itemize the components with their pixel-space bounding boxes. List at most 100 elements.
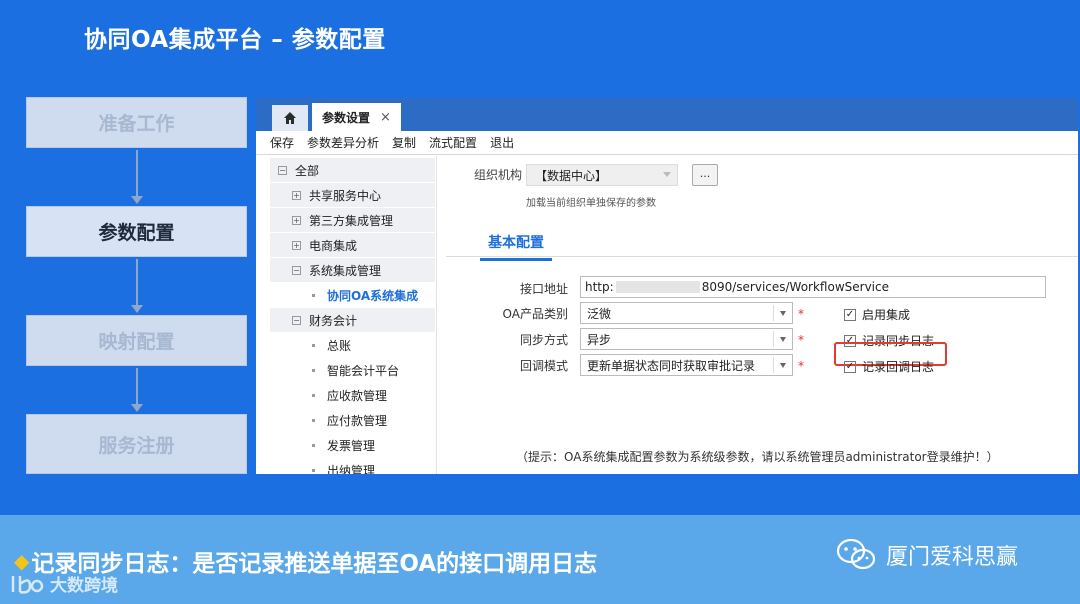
divider xyxy=(773,305,774,321)
tree-node-oa-integration[interactable]: 协同OA系统集成 xyxy=(270,283,435,308)
tree-node-label: 系统集成管理 xyxy=(309,263,382,278)
bullet-icon xyxy=(312,468,315,472)
url-input[interactable]: http: 8090/services/WorkflowService xyxy=(580,276,1046,298)
bullet-icon xyxy=(312,418,315,422)
divider xyxy=(773,331,774,347)
step-param-config: 参数配置 xyxy=(26,206,247,257)
panel-divider xyxy=(436,156,437,474)
tree-node-label: 发票管理 xyxy=(327,438,376,453)
toolbar-copy[interactable]: 复制 xyxy=(392,134,416,151)
callback-mode-select[interactable]: 更新单据状态同时获取审批记录 xyxy=(580,354,793,376)
step-service-register: 服务注册 xyxy=(26,414,247,474)
url-suffix: 8090/services/WorkflowService xyxy=(701,280,889,294)
tree-node-label: 应收款管理 xyxy=(327,388,388,403)
admin-tip: （提示：OA系统集成配置参数为系统级参数，请以系统管理员administrato… xyxy=(516,450,999,464)
required-mark: * xyxy=(798,359,804,373)
toolbar-diff-analysis[interactable]: 参数差异分析 xyxy=(307,134,379,151)
toolbar-exit[interactable]: 退出 xyxy=(490,134,514,151)
callback-mode-value: 更新单据状态同时获取审批记录 xyxy=(587,358,756,373)
callback-mode-label: 回调模式 xyxy=(519,359,568,373)
enable-integration-checkbox[interactable]: ✓ 启用集成 xyxy=(844,306,910,323)
tree-node-cashier[interactable]: 出纳管理 xyxy=(270,458,435,474)
oa-type-value: 泛微 xyxy=(587,306,612,321)
tree-node-label: 第三方集成管理 xyxy=(309,213,394,228)
step-mapping: 映射配置 xyxy=(26,315,247,366)
watermark-text: 大数跨境 xyxy=(50,576,118,596)
tree-node-system-integration[interactable]: − 系统集成管理 xyxy=(270,258,435,283)
sync-mode-value: 异步 xyxy=(587,332,612,347)
tree-node-label: 应付款管理 xyxy=(327,413,388,428)
tab-param-settings[interactable]: 参数设置 × xyxy=(312,103,401,131)
tree-node-label: 协同OA系统集成 xyxy=(327,288,419,303)
url-prefix: http: xyxy=(585,280,614,294)
step-label: 参数配置 xyxy=(98,222,175,244)
tab-bar: 参数设置 × xyxy=(256,98,1078,131)
bullet-icon xyxy=(312,293,315,297)
tree-node-ecommerce[interactable]: + 电商集成 xyxy=(270,233,435,258)
bullet-icon xyxy=(312,393,315,397)
tree-node-payables[interactable]: 应付款管理 xyxy=(270,408,435,433)
chevron-down-icon xyxy=(663,172,671,177)
org-hint: 加载当前组织单独保存的参数 xyxy=(526,198,656,209)
tab-label: 参数设置 xyxy=(322,110,371,125)
org-select[interactable]: 【数据中心】 xyxy=(526,164,678,186)
app-window: 参数设置 × 保存 参数差异分析 复制 流式配置 退出 − 全部 + 共享服务中心 … xyxy=(256,98,1078,474)
org-value: 【数据中心】 xyxy=(535,168,608,183)
chevron-down-icon xyxy=(780,363,786,368)
org-browse-button[interactable]: ... xyxy=(692,164,718,186)
tree-node-label: 出纳管理 xyxy=(327,463,376,475)
tree-node-label: 总账 xyxy=(327,338,352,353)
step-arrow xyxy=(131,368,143,412)
step-arrow xyxy=(131,259,143,313)
tree-node-smart-accounting[interactable]: 智能会计平台 xyxy=(270,358,435,383)
chevron-down-icon xyxy=(780,311,786,316)
sync-mode-select[interactable]: 异步 xyxy=(580,328,793,350)
tree-node-general-ledger[interactable]: 总账 xyxy=(270,333,435,358)
required-mark: * xyxy=(798,307,804,321)
home-icon xyxy=(284,112,296,124)
tree-node-label: 财务会计 xyxy=(309,313,358,328)
collapse-icon[interactable]: − xyxy=(292,265,301,275)
tree-node-finance[interactable]: − 财务会计 xyxy=(270,308,435,333)
tab-home[interactable] xyxy=(272,105,308,131)
checkbox-label: 启用集成 xyxy=(862,308,911,322)
tree-node-label: 共享服务中心 xyxy=(309,188,382,203)
chevron-down-icon xyxy=(780,337,786,342)
nav-tree: − 全部 + 共享服务中心 + 第三方集成管理 + 电商集成 − 系统集成管理 协同OA系… xyxy=(270,158,435,474)
url-label: 接口地址 xyxy=(519,282,568,296)
expand-icon[interactable]: + xyxy=(292,215,301,225)
toolbar-flow-config[interactable]: 流式配置 xyxy=(429,134,477,151)
step-label: 映射配置 xyxy=(98,331,175,353)
callback-log-checkbox[interactable]: ✓ 记录回调日志 xyxy=(844,358,934,375)
oa-type-select[interactable]: 泛微 xyxy=(580,302,793,324)
check-icon[interactable]: ✓ xyxy=(844,308,856,321)
collapse-icon[interactable]: − xyxy=(292,315,301,325)
tree-node-receivables[interactable]: 应收款管理 xyxy=(270,383,435,408)
org-label: 组织机构 xyxy=(474,168,523,182)
config-form: 组织机构 【数据中心】 ... 加载当前组织单独保存的参数 基本配置 接口地址 … xyxy=(446,156,1078,474)
tree-node-label: 全部 xyxy=(295,163,320,178)
brand: 厦门爱科思赢 xyxy=(836,538,1018,572)
tree-node-all[interactable]: − 全部 xyxy=(270,158,435,183)
check-icon[interactable]: ✓ xyxy=(844,360,856,373)
required-mark: * xyxy=(798,333,804,347)
bullet-icon xyxy=(312,443,315,447)
diamond-icon: ◆ xyxy=(14,549,30,573)
redacted-host xyxy=(615,281,700,293)
divider xyxy=(773,357,774,373)
step-label: 准备工作 xyxy=(98,113,175,135)
bullet-icon xyxy=(312,368,315,372)
expand-icon[interactable]: + xyxy=(292,190,301,200)
step-arrow xyxy=(131,150,143,204)
tree-node-third-party[interactable]: + 第三方集成管理 xyxy=(270,208,435,233)
bullet-icon xyxy=(312,343,315,347)
tree-node-shared-service[interactable]: + 共享服务中心 xyxy=(270,183,435,208)
close-icon[interactable]: × xyxy=(380,110,391,125)
slide-title: 协同OA集成平台 – 参数配置 xyxy=(84,27,386,53)
tree-node-invoice[interactable]: 发票管理 xyxy=(270,433,435,458)
expand-icon[interactable]: + xyxy=(292,240,301,250)
collapse-icon[interactable]: − xyxy=(278,165,287,175)
divider xyxy=(446,256,1078,257)
toolbar-save[interactable]: 保存 xyxy=(270,134,294,151)
watermark-logo-icon xyxy=(11,575,44,594)
